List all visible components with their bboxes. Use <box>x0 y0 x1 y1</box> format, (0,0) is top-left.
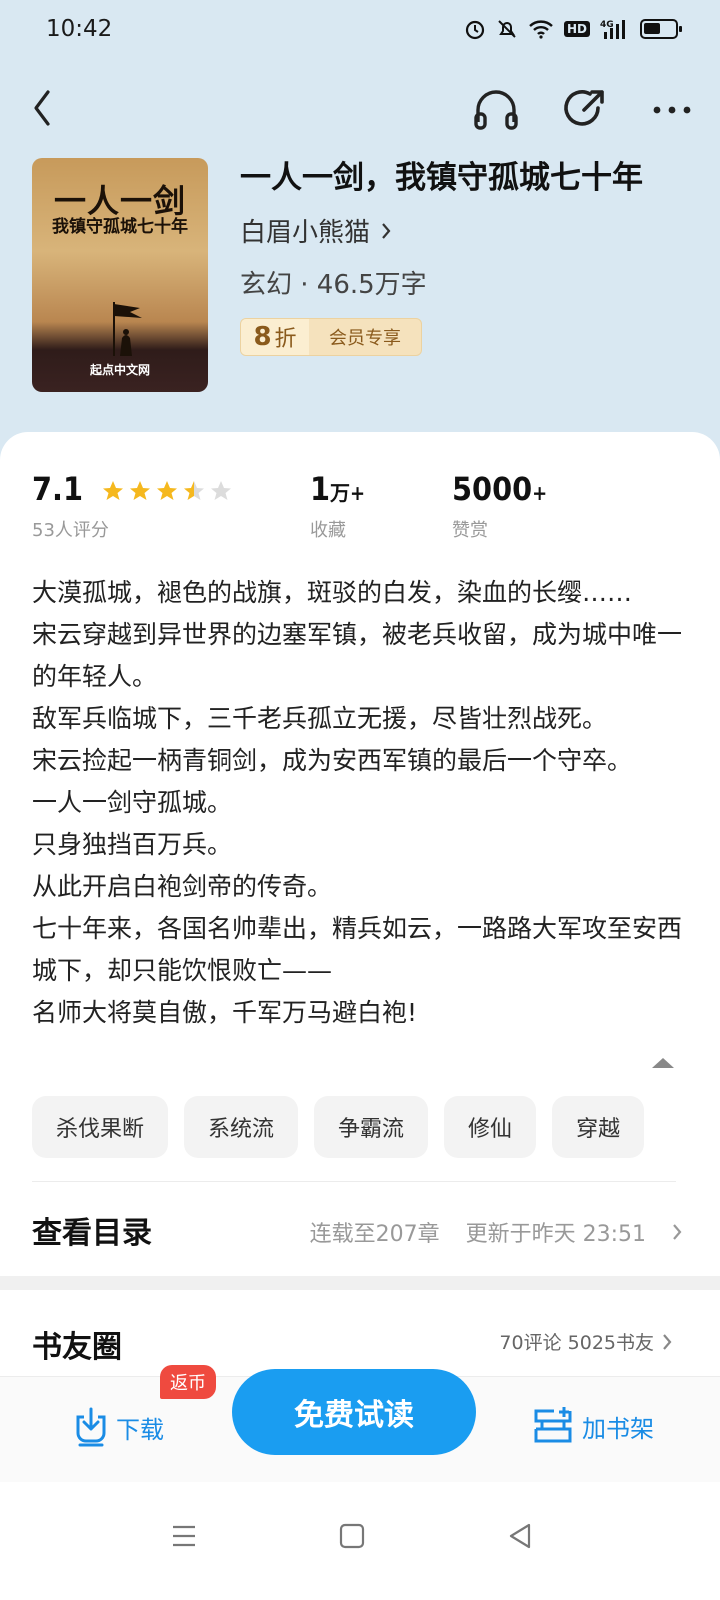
rating-count: 53人评分 <box>32 520 109 541</box>
tag-chip[interactable]: 系统流 <box>184 1096 299 1158</box>
description-line: 从此开启白袍剑帝的传奇。 <box>32 872 333 901</box>
hd-icon: HD <box>563 21 590 37</box>
collapse-description-icon[interactable] <box>652 1058 674 1068</box>
description-line: 七十年来，各国名帅辈出，精兵如云，一路路大军攻至安西城下，却只能饮恨败亡—— <box>32 914 683 985</box>
share-button[interactable] <box>558 86 610 134</box>
back-triangle-icon <box>509 1523 531 1549</box>
description-line: 一人一剑守孤城。 <box>32 788 233 817</box>
catalog-updated: 更新于昨天 23:51 <box>465 1222 646 1247</box>
add-shelf-icon <box>534 1407 572 1443</box>
download-icon <box>76 1407 106 1447</box>
tag-chip[interactable]: 争霸流 <box>314 1096 429 1158</box>
battery-icon <box>640 19 682 39</box>
cover-flag-figure <box>113 302 142 356</box>
star-empty-icon <box>211 481 232 500</box>
back-button[interactable] <box>32 88 72 128</box>
catalog-title: 查看目录 <box>32 1216 152 1251</box>
rating-stat[interactable]: 7.1 53人评分 <box>32 470 233 542</box>
more-icon <box>653 106 691 114</box>
member-discount-badge[interactable]: 8折 会员专享 <box>240 318 422 356</box>
favorites-value: 1 <box>310 470 331 508</box>
add-to-shelf-button[interactable]: 加书架 <box>532 1407 654 1445</box>
cover-publisher: 起点中文网 <box>89 363 150 377</box>
status-icons: HD 4G <box>464 18 682 40</box>
alarm-icon <box>465 20 485 40</box>
cashback-badge: 返币 <box>160 1365 216 1399</box>
book-meta: 玄幻 · 46.5万字 <box>240 270 427 300</box>
author-link[interactable]: 白眉小熊猫 <box>240 212 392 249</box>
star-full-icon <box>130 481 151 500</box>
rating-value: 7.1 <box>32 470 83 508</box>
book-title: 一人一剑，我镇守孤城七十年 <box>240 160 643 196</box>
description-line: 大漠孤城，褪色的战旗，斑驳的白发，染血的长缨…… <box>32 578 633 607</box>
description-line: 只身独挡百万兵。 <box>32 830 233 859</box>
favorites-stat: 1万+ 收藏 <box>310 470 365 542</box>
tag-chip[interactable]: 修仙 <box>444 1096 537 1158</box>
book-description[interactable]: 大漠孤城，褪色的战旗，斑驳的白发，染血的长缨…… 宋云穿越到异世界的边塞军镇，被… <box>32 572 682 1034</box>
share-icon <box>564 90 604 126</box>
tag-list: 杀伐果断 系统流 争霸流 修仙 穿越 <box>32 1096 645 1158</box>
star-full-icon <box>103 481 124 500</box>
rating-stars <box>101 479 233 503</box>
star-half-icon <box>184 481 205 500</box>
add-shelf-label: 加书架 <box>582 1414 654 1443</box>
headphones-icon <box>474 90 518 130</box>
menu-nav-button[interactable] <box>164 1516 204 1556</box>
back-arrow-icon <box>34 90 50 126</box>
friends-title: 书友圈 <box>32 1330 122 1365</box>
rewards-label: 赞赏 <box>452 520 488 541</box>
discount-value: 8折 <box>241 319 309 355</box>
star-full-icon <box>157 481 178 500</box>
book-friends-row[interactable]: 书友圈 70评论 5025书友 <box>32 1310 672 1370</box>
chevron-right-icon <box>673 1224 682 1240</box>
favorites-label: 收藏 <box>310 520 346 541</box>
tag-chip[interactable]: 穿越 <box>552 1096 645 1158</box>
description-line: 宋云穿越到异世界的边塞军镇，被老兵收留，成为城中唯一的年轻人。 <box>32 620 683 691</box>
catalog-row[interactable]: 查看目录 连载至207章 更新于昨天 23:51 <box>32 1200 682 1260</box>
chevron-right-icon <box>382 222 391 239</box>
download-button[interactable]: 下载 <box>74 1407 164 1447</box>
tag-chip[interactable]: 杀伐果断 <box>32 1096 169 1158</box>
chevron-right-icon <box>663 1333 672 1350</box>
free-read-button[interactable]: 免费试读 <box>232 1369 476 1455</box>
discount-label: 会员专享 <box>329 328 401 349</box>
mute-icon <box>498 20 516 38</box>
back-nav-button[interactable] <box>500 1516 540 1556</box>
author-name: 白眉小熊猫 <box>240 218 371 248</box>
system-nav-bar <box>0 1482 720 1600</box>
wifi-icon <box>529 20 553 39</box>
status-bar: 10:42 HD 4G <box>0 0 720 64</box>
home-nav-button[interactable] <box>332 1516 372 1556</box>
signal-icon: 4G <box>600 20 625 39</box>
home-square-icon <box>339 1523 365 1549</box>
book-cover[interactable]: 一人一剑 我镇守孤城七十年 起点中文网 <box>32 158 208 392</box>
description-line: 名师大将莫自傲，千军万马避白袍! <box>32 998 418 1027</box>
download-label: 下载 <box>116 1415 164 1444</box>
favorites-unit: 万+ <box>330 481 366 505</box>
friends-summary: 70评论 5025书友 <box>499 1332 654 1354</box>
description-line: 宋云捡起一柄青铜剑，成为安西军镇的最后一个守卒。 <box>32 746 633 775</box>
nav-bar <box>0 80 720 140</box>
menu-icon <box>173 1525 195 1547</box>
divider <box>32 1181 676 1182</box>
status-time: 10:42 <box>46 16 113 42</box>
catalog-progress: 连载至207章 <box>309 1222 440 1247</box>
listen-button[interactable] <box>470 86 522 134</box>
bottom-action-bar: 下载 返币 免费试读 加书架 <box>0 1365 720 1482</box>
more-button[interactable] <box>646 86 698 134</box>
rewards-value: 5000 <box>452 470 533 508</box>
rewards-unit: + <box>532 481 548 505</box>
cover-title-sub: 我镇守孤城七十年 <box>52 217 188 237</box>
rewards-stat[interactable]: 5000+ 赞赏 <box>452 470 547 542</box>
nav-actions <box>470 86 698 134</box>
stats-row: 7.1 53人评分 1万+ 收藏 5000+ 赞赏 <box>0 470 720 550</box>
description-line: 敌军兵临城下，三千老兵孤立无援，尽皆壮烈战死。 <box>32 704 608 733</box>
section-separator <box>0 1276 720 1290</box>
